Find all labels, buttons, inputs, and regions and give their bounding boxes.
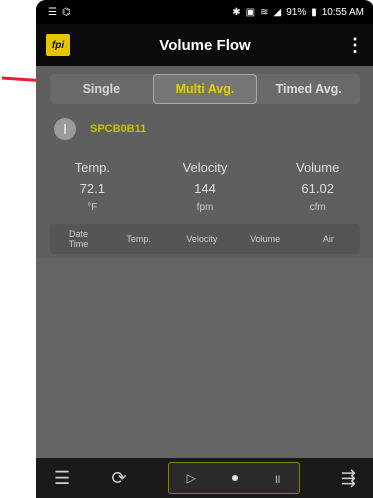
mode-tabs: Single Multi Avg. Timed Avg. [50, 74, 360, 104]
header-air: Air [322, 234, 334, 244]
recording-controls: ▷ ॥ [167, 462, 300, 494]
pause-icon[interactable]: ॥ [274, 470, 281, 487]
power-icon[interactable] [54, 118, 76, 140]
reading-value: 61.02 [301, 181, 334, 196]
status-time: 10:55 AM [321, 6, 364, 18]
image-icon: ▣ [245, 6, 256, 18]
status-bar: ☰ ⌬ ✱ ▣ ≋ ◢ 91% ▮ 10:55 AM [36, 0, 373, 24]
tab-timed-avg[interactable]: Timed Avg. [257, 74, 360, 104]
header-temp: Temp. [126, 234, 151, 244]
reading-unit: °F [87, 202, 98, 213]
list-icon[interactable]: ☰ [54, 468, 70, 489]
wifi-icon: ≋ [260, 6, 269, 18]
record-icon[interactable] [231, 475, 238, 481]
header-date-time: Date Time [68, 229, 89, 249]
reading-velocity: Velocity 144 fpm [149, 160, 262, 213]
export-icon[interactable]: ⇶ [341, 468, 356, 489]
readings-panel: Temp. 72.1 °F Velocity 144 fpm Volume 61… [36, 160, 373, 213]
page-title: Volume Flow [159, 36, 251, 54]
menu-icon: ☰ [48, 6, 57, 18]
bluetooth-icon: ✱ [232, 6, 241, 18]
overflow-menu-icon[interactable]: ⋮ [346, 35, 364, 56]
main-content: Single Multi Avg. Timed Avg. SPCB0B11 Te… [36, 66, 373, 458]
signal-icon: ◢ [273, 6, 282, 18]
play-icon[interactable]: ▷ [187, 471, 196, 485]
reading-name: Temp. [74, 160, 111, 175]
tab-multi-avg[interactable]: Multi Avg. [152, 74, 258, 104]
header-volume: Volume [250, 234, 281, 244]
reading-value: 144 [194, 181, 216, 196]
bottom-toolbar: ☰ ⟳ ▷ ॥ ⇶ [36, 458, 373, 498]
header-velocity: Velocity [186, 234, 218, 244]
reading-name: Volume [295, 160, 340, 175]
log-table-body[interactable] [36, 258, 373, 458]
log-table-header: Date Time Temp. Velocity Volume Air [50, 224, 360, 254]
app-bar: fpi Volume Flow ⋮ [36, 24, 373, 66]
reading-volume: Volume 61.02 cfm [261, 160, 373, 213]
probe-label: SPCB0B11 [90, 123, 147, 135]
probe-indicator[interactable]: SPCB0B11 [54, 118, 146, 140]
tab-single[interactable]: Single [50, 74, 153, 104]
reading-temp: Temp. 72.1 °F [36, 160, 149, 213]
refresh-icon[interactable]: ⟳ [111, 468, 126, 489]
reading-unit: cfm [309, 202, 326, 213]
battery-icon: ▮ [311, 6, 317, 18]
battery-percent: 91% [286, 6, 307, 18]
cast-icon: ⌬ [61, 6, 71, 18]
reading-value: 72.1 [79, 181, 105, 196]
reading-unit: fpm [196, 202, 214, 213]
phone-screen: ☰ ⌬ ✱ ▣ ≋ ◢ 91% ▮ 10:55 AM fpi Volume Fl… [36, 0, 373, 498]
app-logo: fpi [46, 34, 70, 56]
reading-name: Velocity [182, 160, 228, 175]
